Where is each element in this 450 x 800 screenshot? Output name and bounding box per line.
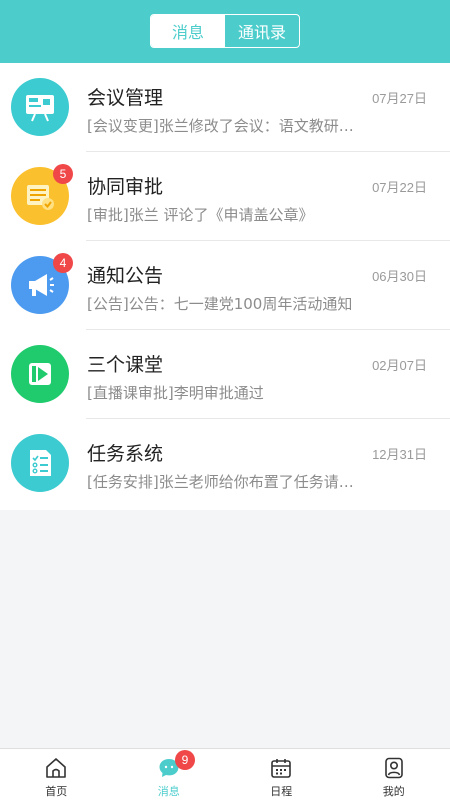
list-item-approval[interactable]: 5 协同审批 07月22日 [审批]张兰 评论了《申请盖公章》 (0, 152, 450, 241)
tab-schedule[interactable]: 日程 (225, 749, 338, 800)
message-count-badge: 9 (175, 750, 195, 770)
item-date: 06月30日 (372, 269, 427, 284)
tab-label: 消息 (157, 785, 180, 798)
unread-badge: 4 (53, 253, 73, 273)
presentation-board-icon (11, 78, 69, 136)
item-preview: [任务安排]张兰老师给你布置了任务请查看 (87, 473, 357, 491)
item-title: 会议管理 (87, 87, 164, 109)
tab-label: 我的 (382, 785, 405, 798)
item-title: 协同审批 (87, 176, 164, 198)
tab-messages-nav[interactable]: 消息 (113, 749, 226, 800)
approval-document-icon: 5 (11, 164, 73, 225)
home-icon (46, 758, 67, 778)
tab-label: 日程 (270, 785, 293, 798)
item-preview: [会议变更]张兰修改了会议：语文教研会议安排 (87, 117, 357, 135)
item-date: 12月31日 (372, 447, 427, 462)
list-item-classroom[interactable]: 三个课堂 02月07日 [直播课审批]李明审批通过 (0, 330, 450, 419)
item-preview: [公告]公告：七一建党100周年活动通知 (87, 295, 353, 313)
item-title: 通知公告 (87, 265, 164, 287)
list-item-meeting[interactable]: 会议管理 07月27日 [会议变更]张兰修改了会议：语文教研会议安排 (0, 63, 450, 152)
task-checklist-icon (11, 434, 69, 492)
list-item-notice[interactable]: 4 通知公告 06月30日 [公告]公告：七一建党100周年活动通知 (0, 241, 450, 330)
tab-profile[interactable]: 我的 (338, 749, 450, 800)
tab-messages[interactable]: 消息 (151, 15, 225, 47)
user-icon (384, 757, 403, 779)
megaphone-icon: 4 (11, 253, 73, 314)
calendar-icon (271, 759, 292, 778)
item-date: 07月22日 (372, 180, 427, 195)
item-preview: [审批]张兰 评论了《申请盖公章》 (87, 206, 314, 224)
item-date: 07月27日 (372, 91, 427, 106)
unread-badge: 5 (53, 164, 73, 184)
item-preview: [直播课审批]李明审批通过 (87, 384, 264, 402)
segment-control: 消息 通讯录 (150, 14, 300, 48)
tab-label: 首页 (45, 785, 68, 798)
top-header: 消息 通讯录 (0, 0, 450, 63)
item-title: 三个课堂 (87, 354, 164, 376)
list-item-tasks[interactable]: 任务系统 12月31日 [任务安排]张兰老师给你布置了任务请查看 (0, 419, 450, 508)
tab-contacts[interactable]: 通讯录 (225, 15, 299, 47)
video-play-icon (11, 345, 69, 403)
item-date: 02月07日 (372, 358, 427, 373)
bottom-tab-bar: 首页 消息 日程 我的 9 (0, 748, 450, 800)
item-title: 任务系统 (87, 443, 164, 465)
tab-home[interactable]: 首页 (0, 749, 113, 800)
message-list: 会议管理 07月27日 [会议变更]张兰修改了会议：语文教研会议安排 5 协同审… (0, 63, 450, 510)
